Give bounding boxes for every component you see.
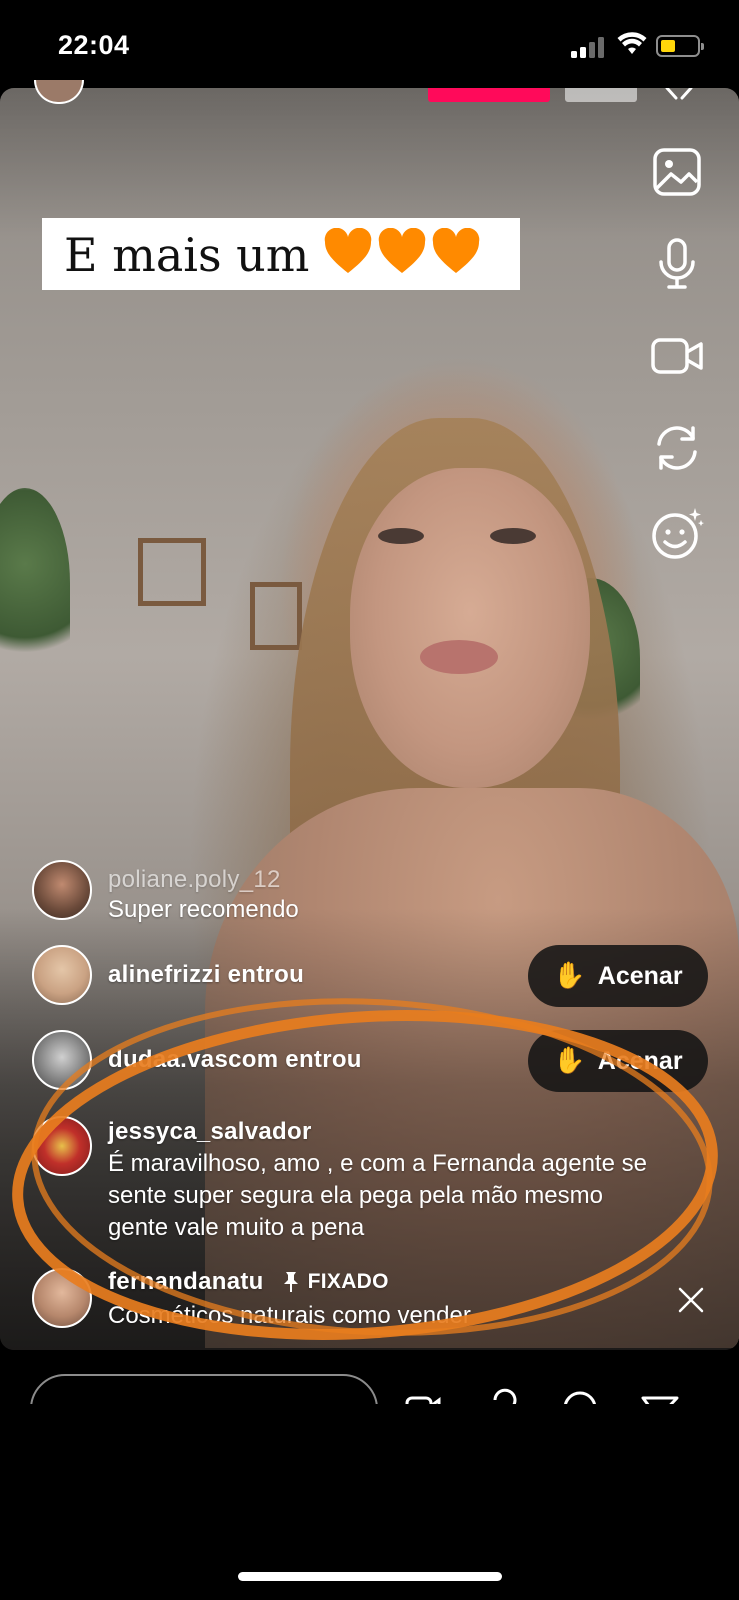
face-effects-icon: [652, 508, 704, 559]
plant: [0, 488, 70, 678]
comment-username[interactable]: poliane.poly_12: [108, 866, 281, 894]
wifi-icon: [617, 32, 647, 54]
comment-text: Super recomendo: [108, 896, 299, 923]
wall-shelf: [250, 582, 302, 650]
orange-heart-icon: [433, 228, 480, 273]
avatar[interactable]: [32, 860, 92, 920]
person-face: [350, 468, 590, 788]
flip-camera-icon: [657, 426, 697, 470]
close-icon[interactable]: [664, 88, 694, 100]
flip-camera-button[interactable]: [649, 420, 705, 476]
effects-button[interactable]: [649, 506, 705, 562]
highlight-annotation: [12, 998, 718, 1340]
wall-shelf: [138, 538, 206, 606]
status-bar: 22:04: [0, 0, 739, 88]
status-time: 22:04: [58, 30, 130, 60]
orange-heart-icon: [379, 228, 426, 273]
caption-sticker[interactable]: E mais um: [42, 218, 520, 290]
viewer-count-badge[interactable]: [565, 88, 637, 102]
video-toggle-button[interactable]: [649, 328, 705, 384]
orange-heart-icon: [325, 228, 372, 273]
person-eye: [490, 528, 536, 544]
mute-mic-button[interactable]: [649, 236, 705, 292]
cellular-signal-icon: [571, 36, 605, 58]
battery-icon: [656, 35, 704, 57]
bottom-area: [0, 1404, 739, 1600]
image-icon: [653, 148, 701, 196]
microphone-icon: [659, 238, 695, 289]
person-mouth: [420, 640, 498, 674]
video-camera-icon: [651, 338, 703, 374]
home-indicator[interactable]: [238, 1572, 502, 1581]
caption-text: E mais um: [64, 228, 310, 282]
orange-hearts: [323, 228, 485, 287]
gallery-button[interactable]: [649, 144, 705, 200]
person-eye: [378, 528, 424, 544]
live-indicator: [428, 88, 550, 102]
